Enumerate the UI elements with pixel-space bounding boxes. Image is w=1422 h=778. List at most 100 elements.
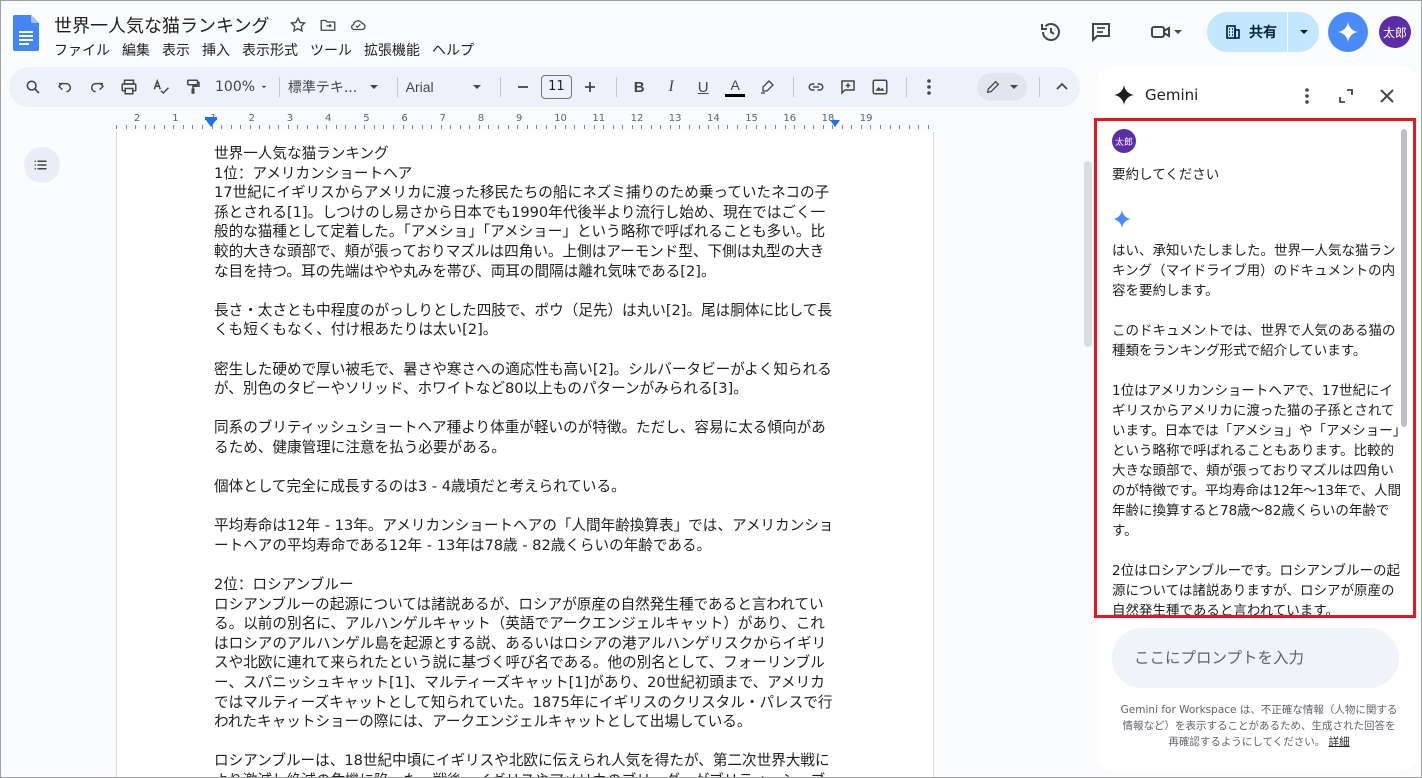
decrease-font-size-icon[interactable] — [509, 73, 537, 101]
ruler-tick — [412, 125, 414, 129]
formatting-toolbar: 100% 標準テキ... Arial 11 B I U A — [9, 67, 1080, 107]
ruler-tick — [135, 125, 137, 129]
font-size-input[interactable]: 11 — [540, 75, 573, 99]
share-button[interactable]: 共有 — [1207, 12, 1287, 52]
ruler-number: 4 — [325, 113, 332, 124]
more-vert-icon[interactable] — [1295, 84, 1319, 108]
horizontal-ruler[interactable]: 21123456789101112131415161819 — [116, 113, 936, 131]
move-folder-icon[interactable] — [317, 14, 339, 36]
collapse-menus-icon[interactable] — [1048, 73, 1076, 101]
insert-link-icon[interactable] — [802, 73, 830, 101]
zoom-dropdown[interactable]: 100% — [215, 73, 267, 101]
ruler-tick — [116, 125, 117, 129]
ruler-tick — [392, 125, 394, 129]
prompt-input-container — [1112, 628, 1399, 688]
expand-icon[interactable] — [1334, 84, 1358, 108]
menu-view[interactable]: 表示 — [162, 39, 196, 60]
cloud-saved-icon[interactable] — [347, 14, 369, 36]
document-title[interactable]: 世界一人気な猫ランキング — [54, 12, 269, 38]
ruler-tick — [335, 125, 337, 129]
ruler-tick — [230, 125, 232, 129]
toolbar-divider — [906, 77, 907, 97]
share-options-button[interactable] — [1288, 12, 1319, 52]
menu-edit[interactable]: 編集 — [122, 39, 156, 60]
chevron-down-icon — [1010, 85, 1019, 89]
document-page[interactable]: 世界一人気な猫ランキング 1位：アメリカンショートヘア 17世紀にイギリスからア… — [116, 132, 934, 777]
ruler-tick — [555, 125, 557, 129]
paint-format-icon[interactable] — [179, 73, 207, 101]
ruler-tick — [650, 125, 652, 129]
menu-format[interactable]: 表示形式 — [242, 39, 304, 60]
toolbar-divider — [1039, 77, 1040, 97]
highlight-pen-icon[interactable] — [753, 73, 781, 101]
text-color-button[interactable]: A — [721, 73, 749, 101]
comment-icon[interactable] — [1083, 14, 1119, 50]
zoom-value: 100% — [215, 79, 256, 95]
more-options-icon[interactable] — [915, 73, 943, 101]
gemini-chat-history[interactable]: 太郎 要約してください はい、承知いたしました。世界一人気な猫ランキング（マイド… — [1094, 118, 1416, 618]
font-family-dropdown[interactable]: Arial — [406, 73, 488, 101]
close-icon[interactable] — [1375, 84, 1399, 108]
ruler-tick — [899, 125, 901, 129]
search-icon[interactable] — [19, 73, 47, 101]
pencil-icon — [986, 80, 1000, 94]
ruler-tick — [498, 125, 499, 129]
redo-icon[interactable] — [83, 73, 111, 101]
bold-button[interactable]: B — [625, 73, 653, 101]
gemini-sparkle-button[interactable] — [1328, 12, 1368, 52]
ruler-number: 8 — [477, 113, 485, 124]
ruler-tick — [717, 125, 719, 129]
ruler-tick — [221, 125, 223, 129]
chevron-down-icon — [472, 85, 481, 89]
ruler-number: 13 — [668, 113, 682, 124]
account-avatar[interactable]: 太郎 — [1379, 16, 1411, 48]
underline-button[interactable]: U — [689, 73, 717, 101]
print-icon[interactable] — [115, 73, 143, 101]
ruler-number: 1 — [172, 113, 179, 124]
chevron-down-icon — [1299, 30, 1308, 34]
increase-font-size-icon[interactable] — [576, 73, 604, 101]
ruler-tick — [583, 125, 585, 129]
share-button-group: 共有 — [1207, 12, 1319, 52]
chevron-down-icon — [261, 85, 267, 89]
document-outline-button[interactable] — [24, 147, 60, 183]
undo-icon[interactable] — [51, 73, 79, 101]
right-indent-marker[interactable] — [830, 120, 840, 127]
chat-scrollbar[interactable] — [1401, 129, 1407, 427]
menu-insert[interactable]: 挿入 — [202, 39, 236, 60]
ruler-tick — [545, 125, 547, 129]
docs-logo-icon[interactable] — [13, 15, 39, 51]
menu-extensions[interactable]: 拡張機能 — [364, 39, 426, 60]
add-comment-icon[interactable] — [834, 73, 862, 101]
ruler-number: 2 — [248, 113, 255, 124]
toolbar-divider — [616, 77, 618, 97]
ruler-tick — [517, 125, 519, 129]
prompt-input[interactable] — [1112, 628, 1399, 688]
star-icon[interactable] — [287, 14, 309, 36]
building-icon — [1226, 25, 1240, 39]
meet-video-icon[interactable] — [1141, 14, 1191, 50]
ruler-tick — [421, 125, 423, 129]
menu-tools[interactable]: ツール — [310, 39, 358, 60]
italic-button[interactable]: I — [657, 73, 685, 101]
insert-image-icon[interactable] — [866, 73, 894, 101]
toolbar-divider — [793, 77, 795, 97]
ruler-number: 6 — [401, 113, 408, 124]
menu-file[interactable]: ファイル — [54, 39, 116, 60]
editing-mode-button[interactable] — [976, 73, 1028, 101]
ruler-tick — [478, 125, 480, 129]
gemini-response-paragraph: 2位はロシアンブルーです。ロシアンブルーの起源については諸説ありますが、ロシアが… — [1112, 563, 1401, 618]
ruler-tick — [841, 125, 843, 129]
text-color-letter: A — [730, 76, 740, 93]
document-scrollbar[interactable] — [1084, 161, 1092, 347]
menu-help[interactable]: ヘルプ — [432, 39, 480, 60]
ruler-tick — [373, 125, 375, 129]
document-body[interactable]: 世界一人気な猫ランキング 1位：アメリカンショートヘア 17世紀にイギリスからア… — [214, 144, 838, 777]
paragraph-style-dropdown[interactable]: 標準テキ... — [288, 73, 385, 101]
details-link[interactable]: 詳細 — [1329, 736, 1350, 748]
spellcheck-icon[interactable] — [147, 73, 175, 101]
history-icon[interactable] — [1033, 14, 1069, 50]
ruler-tick — [488, 125, 490, 129]
left-indent-marker[interactable] — [206, 120, 216, 127]
ruler-tick — [755, 125, 757, 129]
